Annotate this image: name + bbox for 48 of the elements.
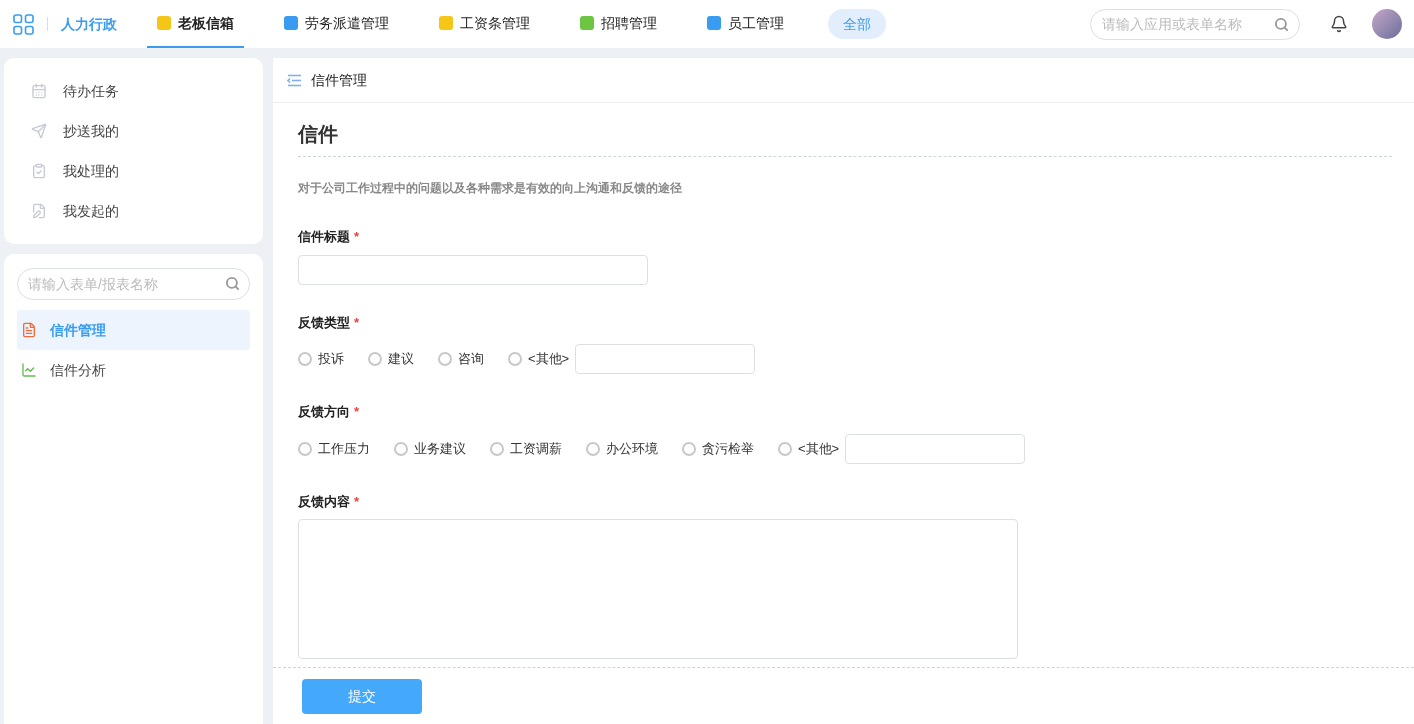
other-input-field[interactable] (845, 433, 1026, 464)
task-menu-item[interactable]: 我发起的 (31, 191, 236, 231)
radio-option[interactable]: 工作压力 (298, 438, 370, 459)
edit-icon (31, 203, 47, 219)
document-icon (21, 322, 37, 338)
field-label: 信件标题 (298, 228, 350, 246)
radio-option[interactable]: 贪污检举 (682, 438, 754, 459)
grid-icon[interactable] (13, 13, 34, 35)
form-menu-item[interactable]: 信件分析 (17, 350, 250, 390)
radio-option[interactable]: 办公环境 (586, 438, 658, 459)
send-icon (31, 123, 47, 139)
required-mark: * (354, 403, 360, 421)
radio-option[interactable]: 建议 (368, 349, 414, 369)
field-label: 反馈内容 (298, 492, 350, 511)
form-description: 对于公司工作过程中的问题以及各种需求是有效的向上沟通和反馈的途径 (298, 180, 683, 197)
radio-option[interactable]: 咨询 (438, 349, 484, 369)
required-mark: * (354, 313, 360, 332)
field-label: 反馈方向 (298, 403, 350, 421)
radio-option[interactable]: 工资调薪 (490, 438, 562, 459)
bell-icon[interactable] (1330, 15, 1348, 33)
app-search-field[interactable]: 请输入应用或表单名称 (1090, 8, 1300, 40)
clipboard-check-icon (31, 163, 47, 179)
required-mark: * (354, 228, 360, 246)
task-menu-item[interactable]: 抄送我的 (31, 111, 236, 151)
app-tab[interactable]: 工资条管理 (429, 0, 540, 48)
app-tab[interactable]: 老板信箱 (147, 0, 244, 48)
search-icon[interactable] (1274, 16, 1289, 32)
app-tab[interactable]: 员工管理 (697, 0, 794, 48)
task-menu-item[interactable]: 我处理的 (31, 151, 236, 191)
search-icon[interactable] (225, 276, 240, 291)
breadcrumb: 信件管理 (311, 70, 367, 90)
radio-option[interactable]: <其他> (778, 438, 840, 459)
form-search-field[interactable]: 请输入表单/报表名称 (17, 268, 250, 300)
line-chart-icon (21, 362, 37, 378)
calendar-icon (31, 83, 47, 99)
app-tab[interactable]: 招聘管理 (570, 0, 667, 48)
other-input-field[interactable] (575, 344, 756, 374)
input-field[interactable] (298, 254, 648, 285)
form-title: 信件 (298, 122, 339, 147)
app-tab[interactable]: 劳务派遣管理 (274, 0, 399, 48)
radio-option[interactable]: 投诉 (298, 349, 344, 369)
radio-option[interactable]: <其他> (508, 349, 570, 369)
radio-option[interactable]: 业务建议 (394, 438, 466, 459)
required-mark: * (354, 492, 360, 511)
field-label: 反馈类型 (298, 313, 350, 332)
collapse-menu-icon[interactable] (287, 73, 301, 87)
task-menu-item[interactable]: 待办任务 (31, 71, 236, 111)
avatar[interactable] (1372, 9, 1402, 39)
